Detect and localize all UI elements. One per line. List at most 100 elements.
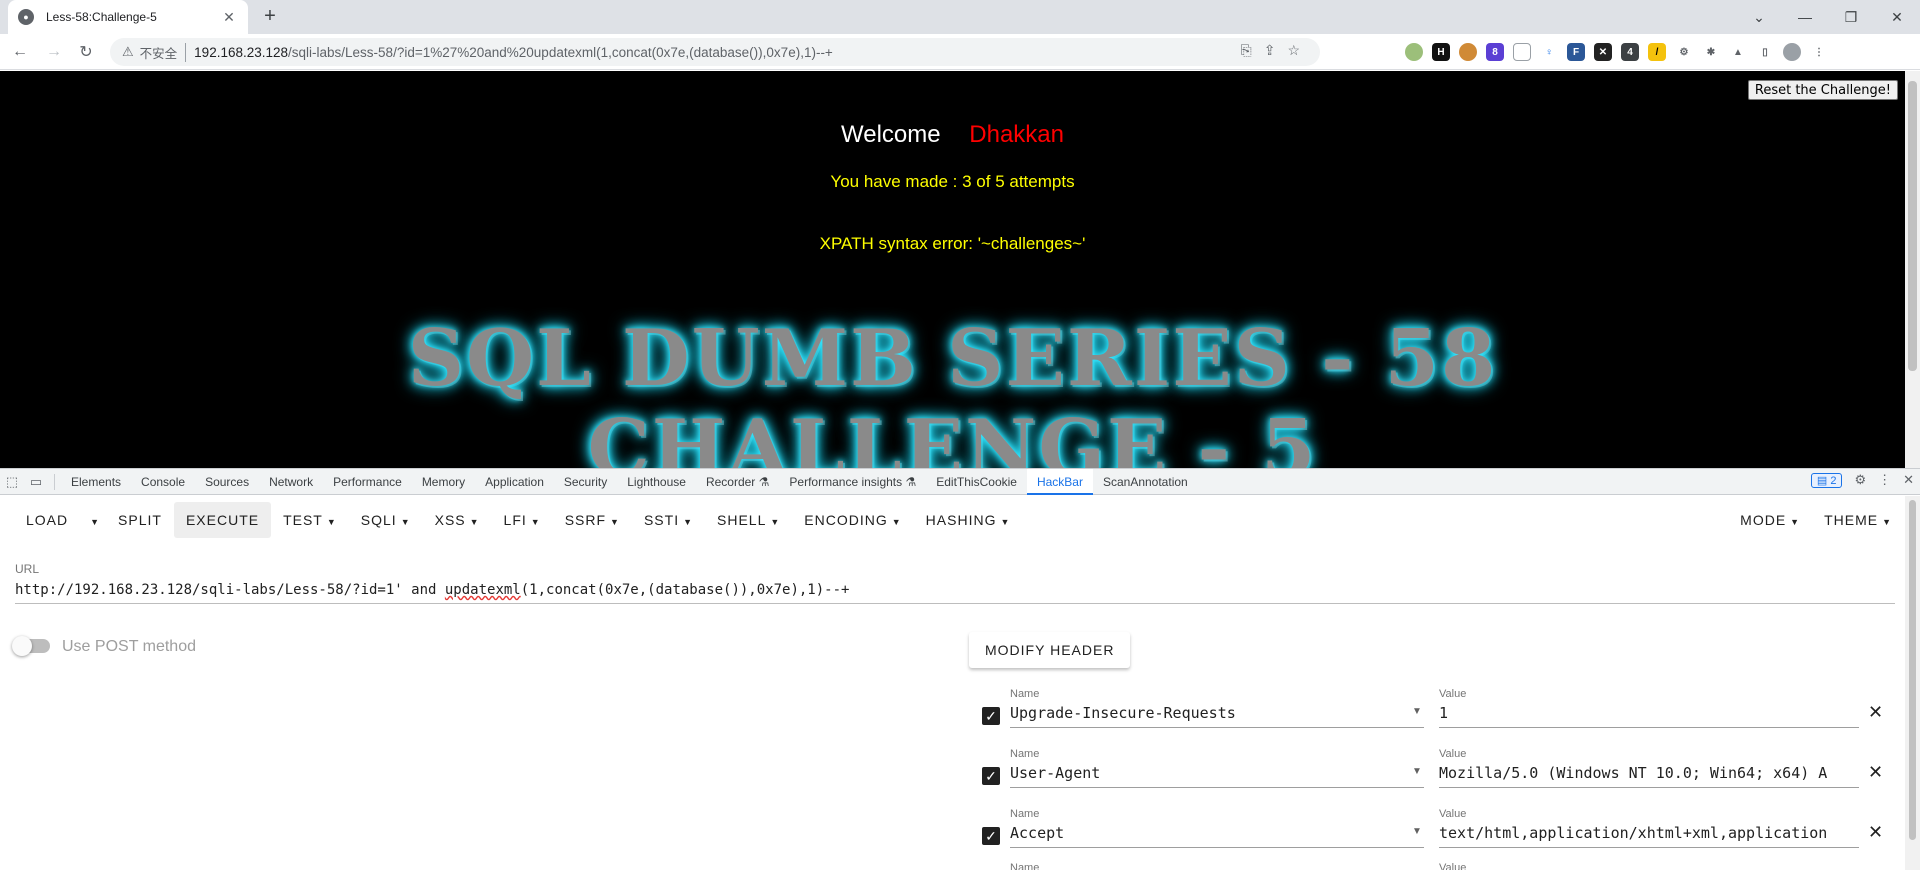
- remove-header-icon[interactable]: ✕: [1868, 762, 1883, 783]
- xss-menu[interactable]: XSS ▼: [423, 502, 492, 538]
- devtools-tab[interactable]: ScanAnnotation: [1093, 469, 1198, 495]
- header-enabled-checkbox[interactable]: ✓: [982, 767, 1000, 785]
- dropdown-arrow-icon[interactable]: ▼: [1412, 826, 1422, 837]
- extension-icon[interactable]: F: [1567, 43, 1585, 61]
- devtools-tab[interactable]: Memory: [412, 469, 475, 495]
- close-devtools-icon[interactable]: ✕: [1903, 472, 1914, 488]
- header-name-select[interactable]: Upgrade-Insecure-Requests: [1010, 704, 1424, 728]
- header-enabled-checkbox[interactable]: ✓: [982, 827, 1000, 845]
- minimize-icon[interactable]: —: [1782, 0, 1828, 34]
- extension-icon[interactable]: 4: [1621, 43, 1639, 61]
- hashing-menu[interactable]: HASHING ▼: [914, 502, 1023, 538]
- split-button[interactable]: SPLIT: [106, 502, 174, 538]
- cookie-extension-icon[interactable]: [1459, 43, 1477, 61]
- header-name-select[interactable]: Accept: [1010, 824, 1424, 848]
- devtools-menu-icon[interactable]: ⋮: [1878, 472, 1891, 488]
- devtools-tab[interactable]: Performance insights ⚗: [779, 469, 926, 495]
- gear-extension-icon[interactable]: ⚙: [1675, 43, 1693, 61]
- browser-tab[interactable]: ● Less-58:Challenge-5 ✕: [8, 0, 248, 34]
- tab-title: Less-58:Challenge-5: [46, 10, 157, 24]
- sqli-menu[interactable]: SQLI ▼: [349, 502, 423, 538]
- shell-menu[interactable]: SHELL ▼: [705, 502, 792, 538]
- header-value-input[interactable]: text/html,application/xhtml+xml,applicat…: [1439, 824, 1859, 848]
- devtools-tab[interactable]: Console: [131, 469, 195, 495]
- close-window-icon[interactable]: ✕: [1874, 0, 1920, 34]
- remove-header-icon[interactable]: ✕: [1868, 822, 1883, 843]
- extensions-puzzle-icon[interactable]: ✱: [1702, 43, 1720, 61]
- url-field-label: URL: [15, 562, 40, 576]
- share-icon[interactable]: ⇪: [1264, 42, 1276, 59]
- devtools-tab[interactable]: Application: [475, 469, 554, 495]
- devtools-tab[interactable]: Performance: [323, 469, 412, 495]
- series-title-line1: SQL DUMB SERIES - 58: [407, 313, 1498, 404]
- devtools-tab-hackbar[interactable]: HackBar: [1026, 468, 1093, 495]
- profile-avatar-icon[interactable]: [1783, 43, 1801, 61]
- settings-gear-icon[interactable]: ⚙: [1854, 472, 1866, 488]
- encoding-menu[interactable]: ENCODING ▼: [792, 502, 913, 538]
- address-bar[interactable]: ⚠ 不安全 192.168.23.128/sqli-labs/Less-58/?…: [110, 38, 1320, 66]
- devtools-tab[interactable]: Sources: [195, 469, 259, 495]
- messages-badge[interactable]: ▤ 2: [1810, 472, 1843, 488]
- attempts-text: You have made : 3 of 5 attempts: [830, 172, 1075, 191]
- header-value-label: Value: [1439, 748, 1467, 760]
- warning-icon: ⚠: [122, 44, 134, 59]
- post-method-toggle[interactable]: [12, 636, 50, 656]
- translate-icon[interactable]: ⎘: [1241, 42, 1252, 59]
- extension-icon[interactable]: ✕: [1594, 43, 1612, 61]
- header-enabled-checkbox[interactable]: ✓: [982, 707, 1000, 725]
- close-tab-icon[interactable]: ✕: [220, 9, 238, 26]
- restore-icon[interactable]: ❐: [1828, 0, 1874, 34]
- load-button[interactable]: LOAD: [14, 502, 80, 538]
- extension-icon[interactable]: /: [1648, 43, 1666, 61]
- theme-menu[interactable]: THEME ▼: [1812, 502, 1904, 538]
- labs-icon[interactable]: ▲: [1729, 43, 1747, 61]
- url-input[interactable]: http://192.168.23.128/sqli-labs/Less-58/…: [15, 582, 1895, 604]
- reload-icon[interactable]: ↻: [74, 40, 98, 64]
- bookmark-star-icon[interactable]: ☆: [1287, 42, 1300, 59]
- ssti-menu[interactable]: SSTI ▼: [632, 502, 705, 538]
- error-message: XPATH syntax error: '~challenges~': [819, 234, 1086, 253]
- devtools-tab[interactable]: Elements: [61, 469, 131, 495]
- side-panel-icon[interactable]: ▯: [1756, 43, 1774, 61]
- devtools-tab[interactable]: Security: [554, 469, 617, 495]
- mode-menu[interactable]: MODE ▼: [1728, 502, 1812, 538]
- menu-kebab-icon[interactable]: ⋮: [1810, 43, 1828, 61]
- modify-header-button[interactable]: MODIFY HEADER: [969, 632, 1131, 668]
- extension-icon[interactable]: H: [1432, 43, 1450, 61]
- devtools-tab[interactable]: Recorder ⚗: [696, 469, 779, 495]
- forward-icon[interactable]: →: [42, 40, 66, 64]
- page-scrollbar[interactable]: [1905, 71, 1920, 468]
- back-icon[interactable]: ←: [8, 40, 32, 64]
- header-value-input[interactable]: 1: [1439, 704, 1859, 728]
- new-tab-icon[interactable]: +: [258, 5, 282, 28]
- dropdown-arrow-icon[interactable]: ▼: [1412, 766, 1422, 777]
- welcome-text: Welcome: [841, 121, 941, 148]
- header-value-input[interactable]: Mozilla/5.0 (Windows NT 10.0; Win64; x64…: [1439, 764, 1859, 788]
- ssrf-menu-label: SSRF: [564, 512, 607, 528]
- extension-icon[interactable]: [1513, 43, 1531, 61]
- extension-icon[interactable]: ♀: [1540, 43, 1558, 61]
- devtools-tab[interactable]: EditThisCookie: [926, 469, 1027, 495]
- device-toolbar-icon[interactable]: ▭: [24, 474, 48, 490]
- devtools-tab[interactable]: Lighthouse: [617, 469, 696, 495]
- insecure-label: 不安全: [140, 42, 187, 62]
- reset-challenge-button[interactable]: Reset the Challenge!: [1747, 80, 1898, 100]
- header-name-select[interactable]: User-Agent: [1010, 764, 1424, 788]
- inspect-element-icon[interactable]: ⬚: [0, 474, 24, 490]
- dropdown-arrow-icon[interactable]: ▼: [1412, 706, 1422, 717]
- tab-search-icon[interactable]: ⌄: [1736, 0, 1782, 34]
- load-dropdown-icon[interactable]: ▼: [80, 502, 106, 538]
- extension-icon[interactable]: 8: [1486, 43, 1504, 61]
- devtools-tab[interactable]: Network: [259, 469, 323, 495]
- ssrf-menu[interactable]: SSRF ▼: [553, 502, 632, 538]
- test-menu-label: TEST: [283, 512, 323, 528]
- page-viewport: Reset the Challenge! Welcome Dhakkan You…: [0, 71, 1905, 468]
- test-menu[interactable]: TEST ▼: [271, 502, 349, 538]
- header-name-label: Name: [1010, 862, 1040, 870]
- remove-header-icon[interactable]: ✕: [1868, 702, 1883, 723]
- header-name-label: Name: [1010, 808, 1040, 820]
- extension-icon[interactable]: [1405, 43, 1423, 61]
- lfi-menu[interactable]: LFI ▼: [492, 502, 553, 538]
- execute-button[interactable]: EXECUTE: [173, 502, 272, 538]
- hackbar-scrollbar[interactable]: [1905, 496, 1920, 870]
